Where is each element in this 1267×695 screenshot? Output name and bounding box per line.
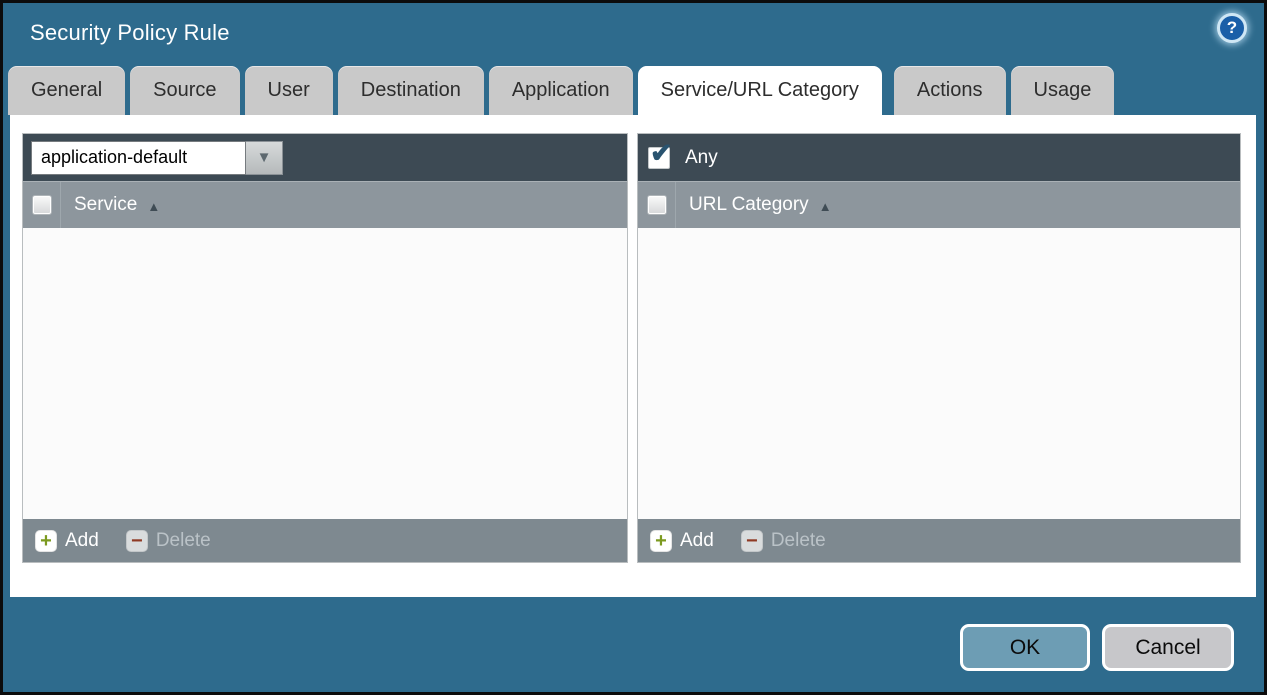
service-panel: ▼ Service ▲ + Add − bbox=[22, 133, 628, 563]
service-select-all-checkbox[interactable] bbox=[32, 195, 52, 215]
tab-application[interactable]: Application bbox=[489, 66, 633, 115]
help-icon[interactable]: ? bbox=[1217, 13, 1247, 43]
tab-content-area: ▼ Service ▲ + Add − bbox=[10, 115, 1256, 597]
plus-icon: + bbox=[650, 530, 672, 552]
sort-asc-icon: ▲ bbox=[147, 197, 160, 214]
service-column-header: Service ▲ bbox=[23, 181, 627, 228]
tab-destination[interactable]: Destination bbox=[338, 66, 484, 115]
service-select-all-cell bbox=[23, 182, 61, 228]
url-category-any-row: ✔ Any bbox=[646, 147, 718, 169]
service-delete-button[interactable]: − Delete bbox=[126, 530, 211, 552]
tab-service-url-category[interactable]: Service/URL Category bbox=[638, 66, 882, 115]
help-icon-glyph: ? bbox=[1227, 18, 1237, 38]
service-panel-header: ▼ bbox=[23, 134, 627, 181]
url-category-add-button[interactable]: + Add bbox=[650, 530, 714, 552]
tab-source[interactable]: Source bbox=[130, 66, 239, 115]
service-delete-label: Delete bbox=[156, 530, 211, 552]
ok-button[interactable]: OK bbox=[960, 624, 1090, 671]
url-category-any-checkbox[interactable]: ✔ bbox=[648, 147, 670, 169]
dialog-title: Security Policy Rule bbox=[30, 20, 230, 46]
sort-asc-icon: ▲ bbox=[819, 197, 832, 214]
tab-actions[interactable]: Actions bbox=[894, 66, 1006, 115]
check-icon: ✔ bbox=[650, 140, 673, 167]
minus-icon: − bbox=[741, 530, 763, 552]
service-type-dropdown: ▼ bbox=[31, 141, 283, 175]
dialog-title-bar: Security Policy Rule bbox=[3, 3, 1264, 63]
service-list-body[interactable] bbox=[23, 228, 627, 519]
url-category-column-label: URL Category bbox=[689, 194, 809, 216]
tab-user[interactable]: User bbox=[245, 66, 333, 115]
service-column-label-cell[interactable]: Service ▲ bbox=[61, 182, 160, 228]
service-add-button[interactable]: + Add bbox=[35, 530, 99, 552]
url-category-delete-button[interactable]: − Delete bbox=[741, 530, 826, 552]
cancel-button[interactable]: Cancel bbox=[1102, 624, 1234, 671]
tab-bar: General Source User Destination Applicat… bbox=[8, 66, 1114, 115]
url-category-panel-header: ✔ Any bbox=[638, 134, 1240, 181]
url-category-delete-label: Delete bbox=[771, 530, 826, 552]
url-category-column-header: URL Category ▲ bbox=[638, 181, 1240, 228]
tab-usage[interactable]: Usage bbox=[1011, 66, 1115, 115]
minus-icon: − bbox=[126, 530, 148, 552]
url-category-select-all-cell bbox=[638, 182, 676, 228]
url-category-any-label: Any bbox=[685, 147, 718, 169]
url-category-column-label-cell[interactable]: URL Category ▲ bbox=[676, 182, 832, 228]
service-column-label: Service bbox=[74, 194, 137, 216]
plus-icon: + bbox=[35, 530, 57, 552]
tab-general[interactable]: General bbox=[8, 66, 125, 115]
url-category-select-all-checkbox[interactable] bbox=[647, 195, 667, 215]
url-category-list-body[interactable] bbox=[638, 228, 1240, 519]
service-toolbar: + Add − Delete bbox=[23, 519, 627, 562]
url-category-toolbar: + Add − Delete bbox=[638, 519, 1240, 562]
chevron-down-icon: ▼ bbox=[257, 149, 272, 166]
service-type-dropdown-input[interactable] bbox=[31, 141, 246, 175]
service-type-dropdown-button[interactable]: ▼ bbox=[246, 141, 283, 175]
url-category-panel: ✔ Any URL Category ▲ + Add bbox=[637, 133, 1241, 563]
url-category-add-label: Add bbox=[680, 530, 714, 552]
service-add-label: Add bbox=[65, 530, 99, 552]
security-policy-rule-dialog: Security Policy Rule ? General Source Us… bbox=[0, 0, 1267, 695]
